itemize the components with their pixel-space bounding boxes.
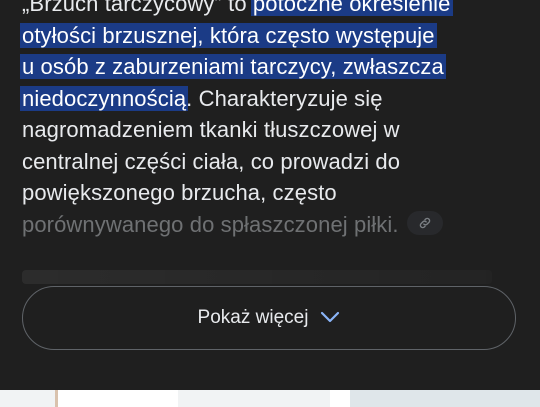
ai-answer-text: „Brzuch tarczycowy” to potoczne określen…: [20, 0, 522, 241]
answer-line: u osób z zaburzeniami tarczycy, zwłaszcz…: [20, 51, 522, 83]
truncated-text-ghost: [22, 270, 492, 284]
highlighted-text: potoczne określenie: [250, 0, 453, 16]
answer-text-segment: nagromadzeniem tkanki tłuszczowej w: [22, 117, 400, 142]
answer-line: „Brzuch tarczycowy” to potoczne określen…: [22, 0, 522, 20]
show-more-button[interactable]: Pokaż więcej: [22, 286, 516, 350]
answer-text-segment: . Charakteryzuje się: [186, 85, 383, 111]
show-more-label: Pokaż więcej: [197, 307, 309, 328]
answer-line: niedoczynnością. Charakteryzuje się: [20, 83, 522, 115]
section-divider: [0, 352, 540, 390]
highlighted-text: otyłości brzusznej, która często występu…: [20, 22, 437, 48]
chevron-down-icon: [320, 307, 340, 329]
link-icon: [419, 217, 430, 228]
answer-line: powiększonego brzucha, często: [22, 177, 522, 209]
answer-line: otyłości brzusznej, która często występu…: [20, 20, 522, 52]
image-fragment: [55, 390, 178, 407]
answer-text-segment: „Brzuch tarczycowy” to: [22, 0, 253, 16]
result-image[interactable]: [0, 390, 540, 407]
answer-line: centralnej części ciała, co prowadzi do: [22, 146, 522, 178]
answer-line: porównywanego do spłaszczonej piłki.: [22, 209, 522, 241]
answer-text-segment: porównywanego do spłaszczonej piłki.: [22, 211, 399, 237]
answer-text-segment: powiększonego brzucha, często: [22, 180, 337, 205]
answer-line: nagromadzeniem tkanki tłuszczowej w: [22, 114, 522, 146]
highlighted-text: u osób z zaburzeniami tarczycy, zwłaszcz…: [20, 54, 446, 79]
source-link-chip[interactable]: [406, 210, 443, 235]
answer-text-segment: centralnej części ciała, co prowadzi do: [22, 148, 401, 174]
image-fragment: [350, 390, 540, 407]
image-fragment: [330, 390, 352, 407]
highlighted-text: niedoczynnością: [20, 85, 189, 111]
